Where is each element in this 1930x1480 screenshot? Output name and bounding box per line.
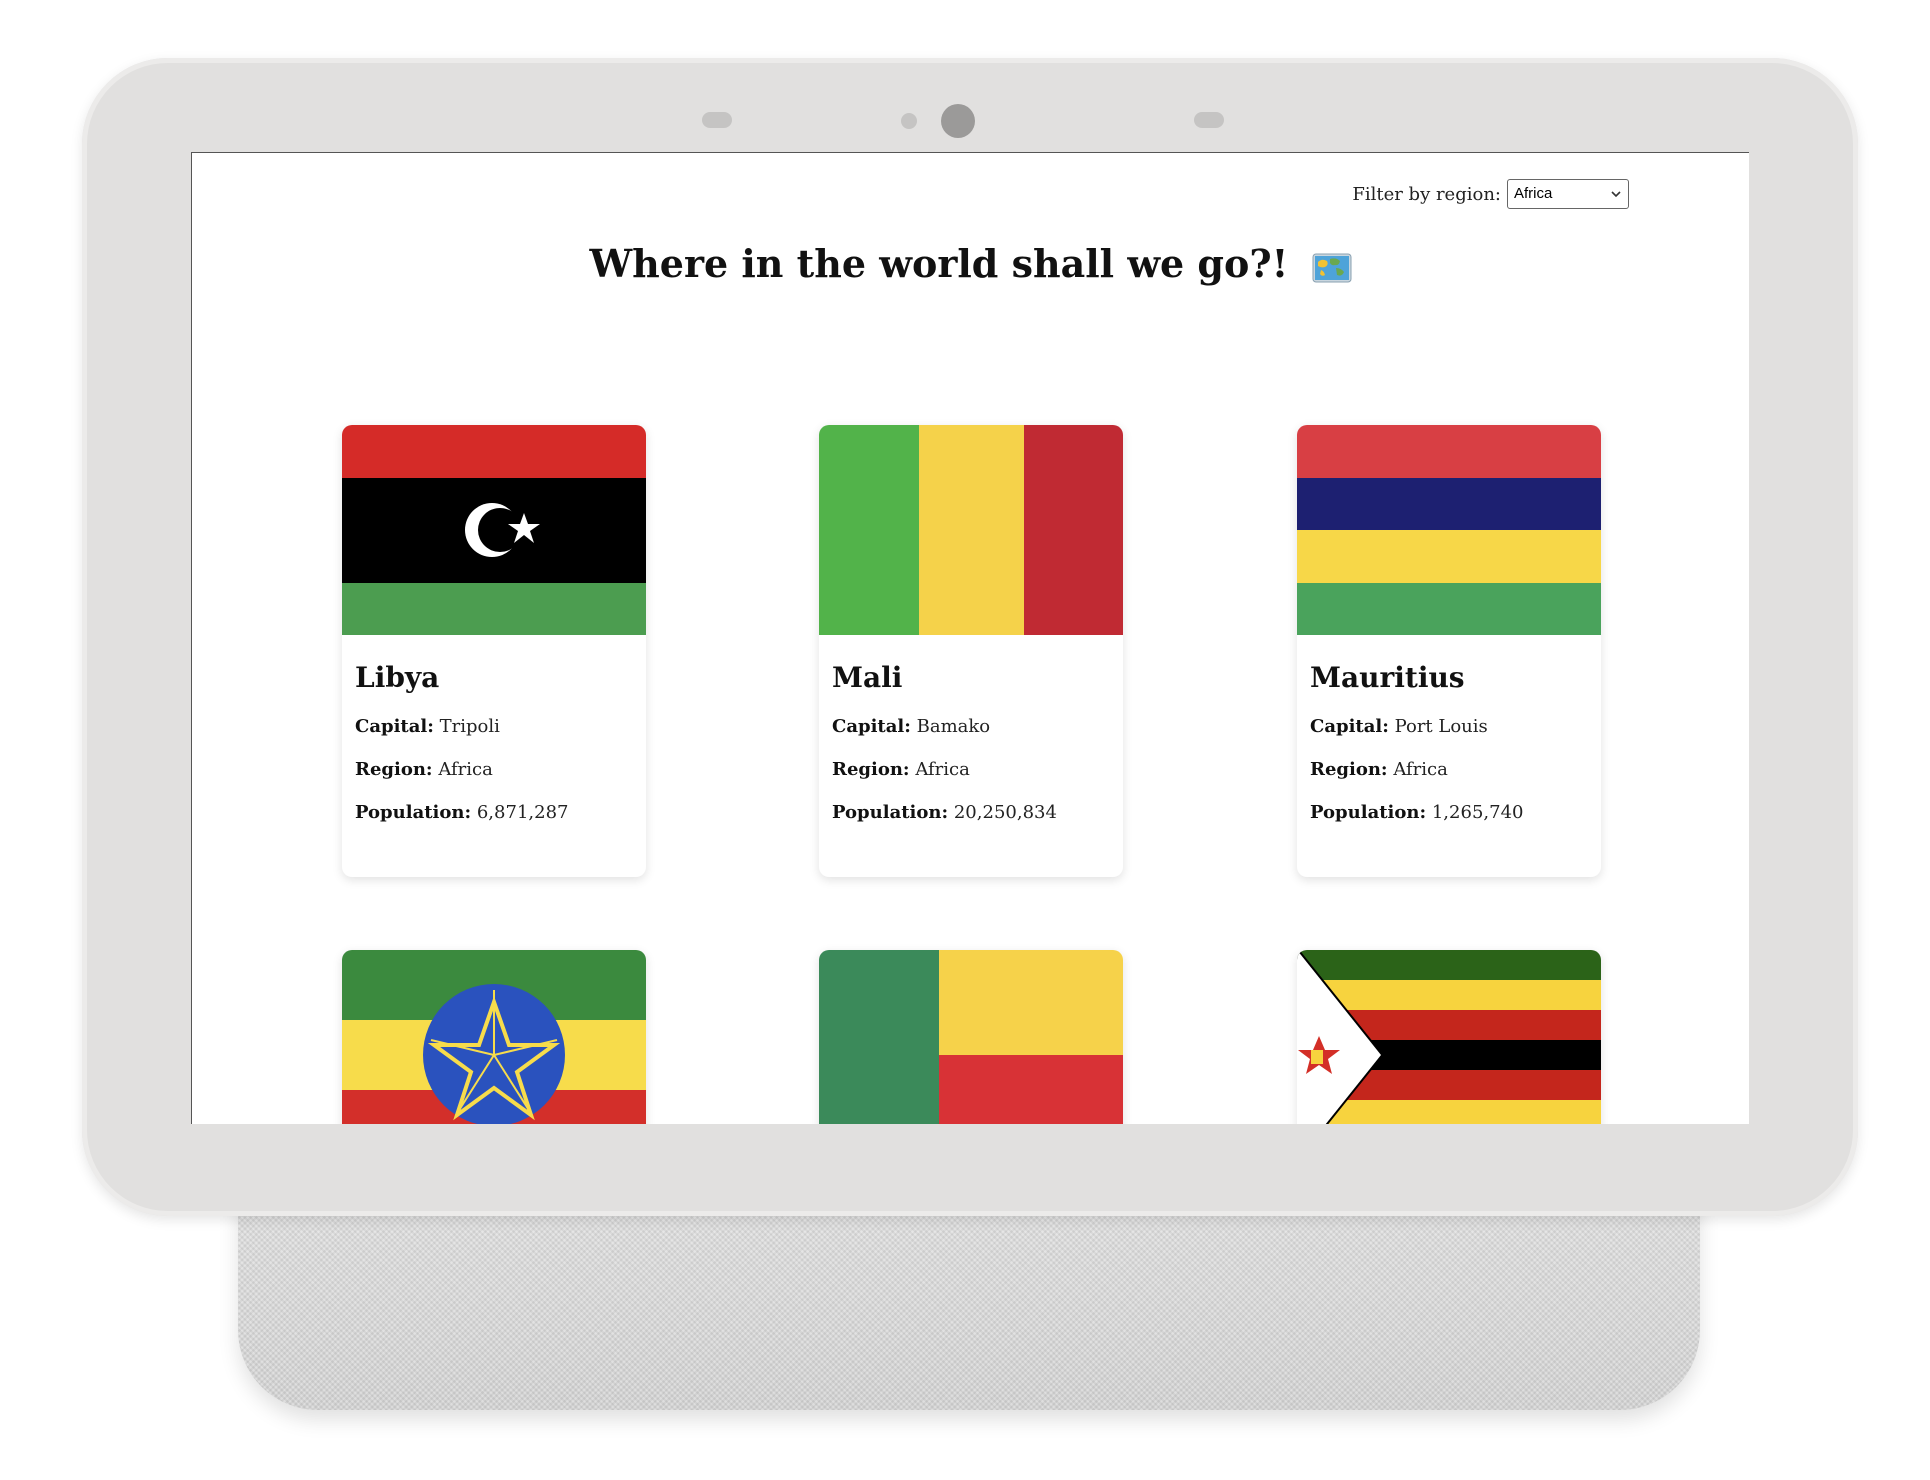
- population-value: 20,250,834: [953, 802, 1057, 823]
- filter-label: Filter by region:: [1352, 183, 1501, 205]
- capital-label: Capital:: [355, 716, 434, 737]
- region-select-value: Africa: [1514, 185, 1553, 202]
- region-label: Region:: [832, 759, 910, 780]
- country-card-benin[interactable]: [819, 950, 1123, 1124]
- population-label: Population:: [832, 802, 949, 823]
- page-title: Where in the world shall we go?!: [192, 241, 1749, 286]
- region-select[interactable]: Africa: [1507, 179, 1629, 209]
- country-name: Mali: [832, 661, 903, 694]
- region-value: Africa: [915, 759, 970, 780]
- sensor-dot: [901, 113, 917, 129]
- population-label: Population:: [355, 802, 472, 823]
- capital-row: Capital: Bamako: [832, 716, 1110, 737]
- population-row: Population: 20,250,834: [832, 802, 1110, 823]
- mali-flag-icon: [819, 425, 1123, 635]
- capital-row: Capital: Port Louis: [1310, 716, 1588, 737]
- population-value: 1,265,740: [1431, 802, 1524, 823]
- capital-value: Port Louis: [1394, 716, 1488, 737]
- sensor-left: [702, 112, 732, 128]
- chevron-down-icon: [1611, 191, 1621, 198]
- country-card-ethiopia[interactable]: [342, 950, 646, 1124]
- mauritius-flag-icon: [1297, 425, 1601, 635]
- population-row: Population: 1,265,740: [1310, 802, 1588, 823]
- screen: Filter by region: Africa Where in the wo…: [191, 152, 1749, 1124]
- population-label: Population:: [1310, 802, 1427, 823]
- region-row: Region: Africa: [832, 759, 1110, 780]
- country-card-libya[interactable]: Libya Capital: Tripoli Region: Africa Po…: [342, 425, 646, 877]
- world-map-icon: [1312, 253, 1352, 282]
- page-title-text: Where in the world shall we go?!: [589, 241, 1289, 286]
- capital-label: Capital:: [1310, 716, 1389, 737]
- population-row: Population: 6,871,287: [355, 802, 633, 823]
- country-name: Libya: [355, 661, 440, 694]
- benin-flag-icon: [819, 950, 1123, 1124]
- capital-row: Capital: Tripoli: [355, 716, 633, 737]
- country-card-mali[interactable]: Mali Capital: Bamako Region: Africa Popu…: [819, 425, 1123, 877]
- sensor-right: [1194, 112, 1224, 128]
- capital-value: Bamako: [916, 716, 991, 737]
- zimbabwe-flag-icon: [1297, 950, 1601, 1124]
- speaker-base: [238, 1190, 1700, 1410]
- region-row: Region: Africa: [1310, 759, 1588, 780]
- population-value: 6,871,287: [476, 802, 569, 823]
- country-card-zimbabwe[interactable]: [1297, 950, 1601, 1124]
- capital-value: Tripoli: [439, 716, 500, 737]
- region-value: Africa: [438, 759, 493, 780]
- region-row: Region: Africa: [355, 759, 633, 780]
- capital-label: Capital:: [832, 716, 911, 737]
- libya-flag-icon: [342, 425, 646, 635]
- region-label: Region:: [355, 759, 433, 780]
- region-label: Region:: [1310, 759, 1388, 780]
- country-card-mauritius[interactable]: Mauritius Capital: Port Louis Region: Af…: [1297, 425, 1601, 877]
- country-name: Mauritius: [1310, 661, 1465, 694]
- camera-icon: [941, 104, 975, 138]
- region-filter: Filter by region: Africa: [1352, 179, 1629, 209]
- region-value: Africa: [1393, 759, 1448, 780]
- ethiopia-flag-icon: [342, 950, 646, 1124]
